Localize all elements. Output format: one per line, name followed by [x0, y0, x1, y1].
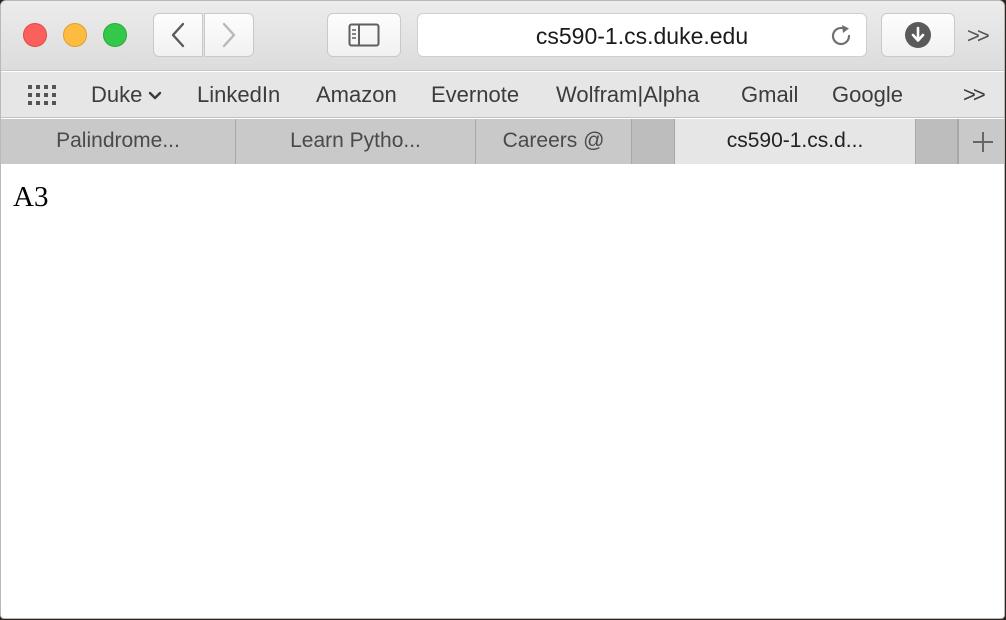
bookmarks-overflow-button[interactable]: >> [963, 82, 986, 108]
maximize-window-button[interactable] [103, 23, 127, 47]
bookmark-amazon[interactable]: Amazon [316, 72, 397, 118]
top-sites-grid-icon[interactable] [27, 84, 57, 106]
chevron-left-icon [171, 22, 185, 48]
chevron-down-icon [149, 91, 162, 100]
bookmark-label: Duke [91, 82, 143, 107]
tab-label: cs590-1.cs.d... [726, 129, 864, 152]
bookmark-label: Google [832, 82, 903, 107]
sidebar-toggle-button[interactable] [327, 13, 401, 57]
toolbar-overflow-button[interactable]: >> [967, 23, 990, 49]
browser-window: cs590-1.cs.duke.edu >> Duke LinkedIn Ama… [0, 0, 1005, 619]
tab-cs590[interactable]: cs590-1.cs.d... [675, 119, 916, 164]
bookmark-label: Gmail [741, 82, 799, 107]
tab-label: Careers @ [502, 129, 605, 152]
bookmark-linkedin[interactable]: LinkedIn [197, 72, 280, 118]
tab-bar: Palindrome... Learn Pytho... Careers @ c… [1, 119, 1004, 164]
bookmark-duke[interactable]: Duke [91, 72, 162, 118]
toolbar: cs590-1.cs.duke.edu >> [1, 1, 1004, 71]
tab-learn-python[interactable]: Learn Pytho... [236, 119, 476, 164]
plus-icon [972, 131, 993, 152]
back-button[interactable] [153, 13, 203, 57]
bookmark-gmail[interactable]: Gmail [741, 72, 798, 118]
tab-palindrome[interactable]: Palindrome... [1, 119, 236, 164]
tab-pinned-spacer-2[interactable] [916, 119, 958, 164]
sidebar-icon [348, 23, 380, 47]
download-icon [905, 22, 931, 48]
reload-icon[interactable] [828, 23, 854, 49]
bookmark-wolfram-alpha[interactable]: Wolfram|Alpha [556, 72, 699, 118]
page-content: A3 [1, 165, 1004, 618]
bookmark-label: LinkedIn [197, 82, 281, 107]
bookmark-evernote[interactable]: Evernote [431, 72, 519, 118]
tab-pinned-spacer[interactable] [632, 119, 675, 164]
downloads-button[interactable] [881, 13, 955, 57]
tab-label: Palindrome... [56, 129, 180, 152]
page-body-text: A3 [13, 181, 49, 213]
close-window-button[interactable] [23, 23, 47, 47]
bookmark-google[interactable]: Google [832, 72, 903, 118]
bookmarks-bar: Duke LinkedIn Amazon Evernote Wolfram|Al… [1, 72, 1004, 118]
tab-careers[interactable]: Careers @ [476, 119, 632, 164]
bookmark-label: Evernote [431, 82, 520, 107]
bookmark-label: Amazon [316, 82, 397, 107]
address-bar[interactable]: cs590-1.cs.duke.edu [417, 13, 867, 57]
forward-button[interactable] [204, 13, 254, 57]
bookmark-label: Wolfram|Alpha [556, 82, 700, 107]
url-text[interactable]: cs590-1.cs.duke.edu [418, 14, 866, 58]
minimize-window-button[interactable] [63, 23, 87, 47]
chevron-right-icon [222, 22, 236, 48]
new-tab-button[interactable] [958, 119, 1004, 164]
tab-label: Learn Pytho... [290, 129, 421, 152]
